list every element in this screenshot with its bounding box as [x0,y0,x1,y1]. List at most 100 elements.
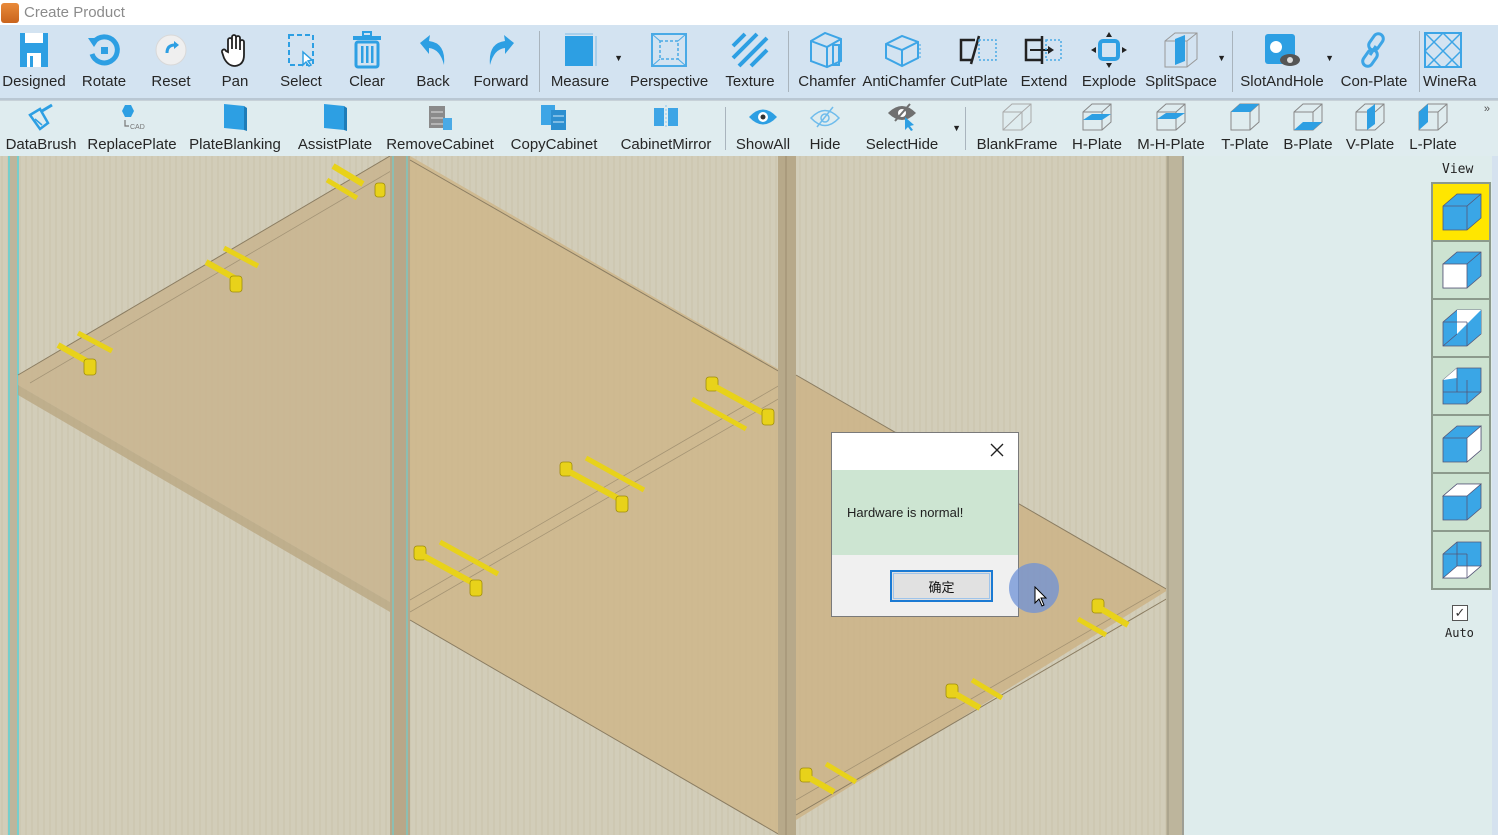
view-top-button[interactable] [1431,472,1491,532]
pan-button[interactable]: Pan [202,25,268,98]
measure-button[interactable]: Measure ▼ [543,25,623,98]
assistplate-button[interactable]: AssistPlate [288,101,382,156]
hand-icon [215,30,255,70]
clear-button[interactable]: Clear [334,25,400,98]
replace-plate-icon: CAD [115,102,149,132]
removecabinet-button[interactable]: RemoveCabinet [382,101,498,156]
blankframe-button[interactable]: BlankFrame [969,101,1065,156]
select-button[interactable]: Select [268,25,334,98]
secondary-toolbar: DataBrush CAD ReplacePlate PlateBlanking… [0,100,1498,156]
view-button-stack [1431,182,1491,590]
eye-icon [746,102,780,132]
plateblanking-button[interactable]: PlateBlanking [182,101,288,156]
close-icon [990,443,1004,457]
replaceplate-button[interactable]: CAD ReplacePlate [82,101,182,156]
dialog-message: Hardware is normal! [847,505,964,520]
window-title: Create Product [24,4,125,21]
reset-icon [151,30,191,70]
perspective-icon [649,30,689,70]
showall-button[interactable]: ShowAll [729,101,797,156]
cube-iso-icon [1442,193,1482,231]
antichamfer-button[interactable]: AntiChamfer [862,25,946,98]
m-h-plate-icon [1154,102,1188,132]
undo-icon [413,30,453,70]
panel-edge [1492,156,1498,835]
explode-icon [1089,30,1129,70]
message-dialog: Hardware is normal! 确定 [831,432,1019,617]
dialog-header [832,433,1018,470]
h-plate-button[interactable]: H-Plate [1065,101,1129,156]
copycabinet-button[interactable]: CopyCabinet [498,101,610,156]
save-icon [14,30,54,70]
title-bar: Create Product [0,0,1498,25]
cube-bottom-icon [1441,541,1483,579]
auto-label: Auto [1445,626,1474,640]
dialog-ok-button[interactable]: 确定 [890,570,993,602]
chamfer-button[interactable]: Chamfer [792,25,862,98]
remove-cabinet-icon [423,102,457,132]
splitspace-dropdown-arrow[interactable]: ▼ [1217,53,1226,63]
app-icon [1,2,19,23]
measure-icon [560,30,600,70]
cube-top-icon [1441,483,1483,521]
winerack-icon [1423,30,1463,70]
select-icon [281,30,321,70]
toolbar-separator [539,31,540,92]
view-panel-title: View [1442,162,1474,177]
perspective-button[interactable]: Perspective [623,25,715,98]
blank-frame-icon [1000,102,1034,132]
t-plate-icon [1228,102,1262,132]
slot-hole-icon [1262,30,1302,70]
cutplate-button[interactable]: CutPlate [946,25,1012,98]
explode-button[interactable]: Explode [1076,25,1142,98]
dialog-close-button[interactable] [988,441,1006,459]
selecthide-button[interactable]: SelectHide ▼ [857,101,961,156]
back-button[interactable]: Back [400,25,466,98]
b-plate-button[interactable]: B-Plate [1277,101,1339,156]
view-back-button[interactable] [1431,298,1491,358]
winerack-button[interactable]: WineRa [1423,25,1483,98]
l-plate-button[interactable]: L-Plate [1401,101,1465,156]
l-plate-icon [1416,102,1450,132]
trash-icon [347,30,387,70]
view-left-button[interactable] [1431,356,1491,416]
view-iso-button[interactable] [1431,182,1491,242]
texture-button[interactable]: Texture [715,25,785,98]
cabinetmirror-button[interactable]: CabinetMirror [610,101,722,156]
dialog-body: Hardware is normal! [832,470,1018,555]
cutplate-icon [959,30,999,70]
link-icon [1354,30,1394,70]
v-plate-button[interactable]: V-Plate [1339,101,1401,156]
designed-button[interactable]: Designed [0,25,68,98]
redo-icon [481,30,521,70]
view-front-button[interactable] [1431,240,1491,300]
cube-front-icon [1442,251,1482,289]
splitspace-button[interactable]: SplitSpace ▼ [1142,25,1226,98]
reset-button[interactable]: Reset [140,25,202,98]
toolbar-separator [725,107,726,150]
auto-checkbox[interactable]: ✓ [1452,605,1468,621]
view-bottom-button[interactable] [1431,530,1491,590]
plate-icon [218,102,252,132]
m-h-plate-button[interactable]: M-H-Plate [1129,101,1213,156]
antichamfer-icon [884,30,924,70]
cube-back-icon [1442,309,1482,347]
measure-dropdown-arrow[interactable]: ▼ [614,53,623,63]
extend-button[interactable]: Extend [1012,25,1076,98]
cube-right-icon [1442,425,1482,463]
forward-button[interactable]: Forward [466,25,536,98]
databrush-button[interactable]: DataBrush [0,101,82,156]
v-plate-icon [1353,102,1387,132]
selecthide-dropdown-arrow[interactable]: ▼ [952,123,961,133]
view-right-button[interactable] [1431,414,1491,474]
toolbar-separator [1232,31,1233,92]
t-plate-button[interactable]: T-Plate [1213,101,1277,156]
main-toolbar: Designed Rotate Reset Pan Select Clear B… [0,25,1498,100]
slotandhole-button[interactable]: SlotAndHole ▼ [1236,25,1334,98]
rotate-button[interactable]: Rotate [68,25,140,98]
toolbar-overflow-button[interactable]: » [1484,103,1490,115]
svg-text:CAD: CAD [130,124,145,131]
hide-button[interactable]: Hide [797,101,853,156]
con-plate-button[interactable]: Con-Plate [1332,25,1416,98]
divider-right [778,156,796,835]
